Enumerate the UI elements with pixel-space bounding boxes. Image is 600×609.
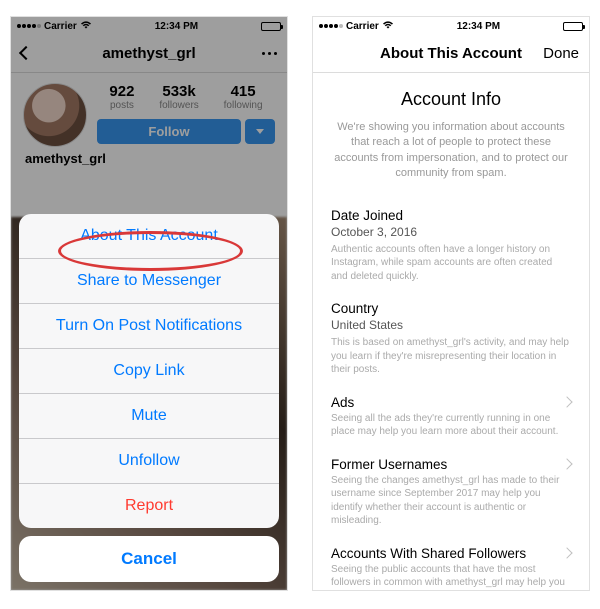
about-account-screen: Carrier 12:34 PM About This Account Done… — [312, 16, 590, 591]
wifi-icon — [382, 20, 394, 32]
sheet-cancel[interactable]: Cancel — [19, 536, 279, 582]
sheet-unfollow[interactable]: Unfollow — [19, 439, 279, 484]
section-shared-followers[interactable]: Accounts With Shared Followers Seeing th… — [331, 546, 571, 590]
sheet-mute[interactable]: Mute — [19, 394, 279, 439]
clock: 12:34 PM — [457, 21, 500, 32]
status-bar: Carrier 12:34 PM — [313, 17, 589, 35]
sheet-copy-link[interactable]: Copy Link — [19, 349, 279, 394]
sheet-share-messenger[interactable]: Share to Messenger — [19, 259, 279, 304]
battery-icon — [563, 22, 583, 31]
carrier-label: Carrier — [346, 21, 379, 32]
section-ads[interactable]: Ads Seeing all the ads they're currently… — [331, 395, 571, 439]
about-navbar: About This Account Done — [313, 35, 589, 73]
sheet-about-this-account[interactable]: About This Account — [19, 214, 279, 259]
account-info-heading: Account Info — [331, 89, 571, 110]
done-button[interactable]: Done — [543, 45, 579, 62]
section-date-joined: Date Joined October 3, 2016 Authentic ac… — [331, 208, 571, 284]
sheet-post-notifications[interactable]: Turn On Post Notifications — [19, 304, 279, 349]
chevron-left-icon — [19, 46, 33, 60]
back-button[interactable] — [21, 45, 31, 62]
section-country: Country United States This is based on a… — [331, 301, 571, 377]
more-options-button[interactable] — [262, 52, 277, 55]
sheet-report[interactable]: Report — [19, 484, 279, 528]
action-sheet: About This Account Share to Messenger Tu… — [19, 214, 279, 582]
section-former-usernames[interactable]: Former Usernames Seeing the changes amet… — [331, 457, 571, 528]
account-info-desc: We're showing you information about acco… — [331, 120, 571, 182]
signal-icon — [319, 24, 343, 28]
profile-screen: Carrier 12:34 PM amethyst_grl 922posts 5… — [10, 16, 288, 591]
